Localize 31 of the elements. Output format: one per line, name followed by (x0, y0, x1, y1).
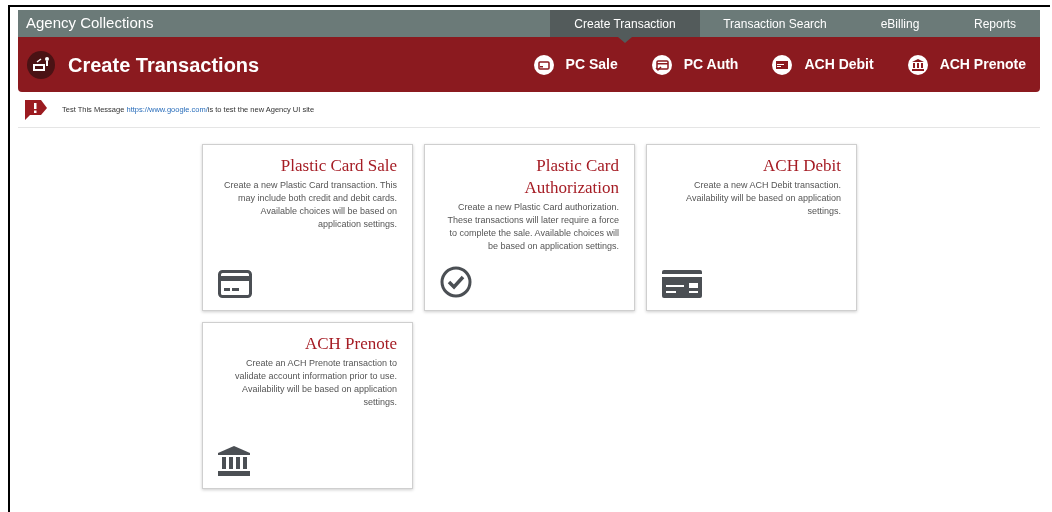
bank-icon (907, 54, 928, 75)
credit-card-icon (218, 270, 252, 298)
card-description: Create a new Plastic Card authorization. These transactions will later require a force to complete the sale. Available choices will be based on application settings. (446, 201, 619, 253)
card-description: Create a new Plastic Card transaction. This may include both credit and debit cards. Available choices will be based on application settings. (223, 179, 397, 231)
checkmark-circle-icon (440, 266, 472, 298)
card-description: Create an ACH Prenote transaction to validate account information prior to use. Availability will be based on application settings. (233, 357, 397, 409)
credit-card-icon (533, 54, 554, 75)
card-title: ACH Prenote (303, 333, 397, 355)
page-title: Create Transactions (68, 52, 260, 78)
action-link[interactable]: ACH Prenote (907, 54, 1026, 75)
nav-tab[interactable]: Reports (950, 10, 1040, 37)
app-title: Agency Collections (25, 13, 154, 34)
bank-icon (218, 446, 250, 476)
nav-tab[interactable]: eBilling (850, 10, 950, 37)
alert-flag-icon (24, 98, 48, 121)
action-link[interactable]: PC Auth (651, 54, 739, 75)
nav-tab[interactable]: Transaction Search (700, 10, 850, 37)
transaction-card[interactable]: ACH Debit Create a new ACH Debit transaction. Availability will be based on application settings. (646, 144, 857, 311)
card-icon (772, 54, 793, 75)
card-title: ACH Debit (762, 155, 841, 177)
action-link[interactable]: PC Sale (533, 54, 618, 75)
transaction-card[interactable]: Plastic Card Authorization Create a new Plastic Card authorization. These transactions will later require a force to complete the sale. Available choices will be based on application settings. (424, 144, 635, 311)
card-icon (662, 270, 702, 298)
transaction-card[interactable]: Plastic Card Sale Create a new Plastic Card transaction. This may include both credit and debit cards. Available choices will be based on application settings. (202, 144, 413, 311)
card-title: Plastic Card Authorization (523, 155, 619, 199)
transaction-card[interactable]: ACH Prenote Create an ACH Prenote transaction to validate account information prior to use. Availability will be based on application settings. (202, 322, 413, 489)
action-link[interactable]: ACH Debit (772, 54, 874, 75)
money-transfer-icon (27, 50, 55, 79)
card-description: Create a new ACH Debit transaction. Availability will be based on application settings. (685, 179, 841, 218)
card-title: Plastic Card Sale (279, 155, 397, 177)
card-check-icon (651, 54, 672, 75)
